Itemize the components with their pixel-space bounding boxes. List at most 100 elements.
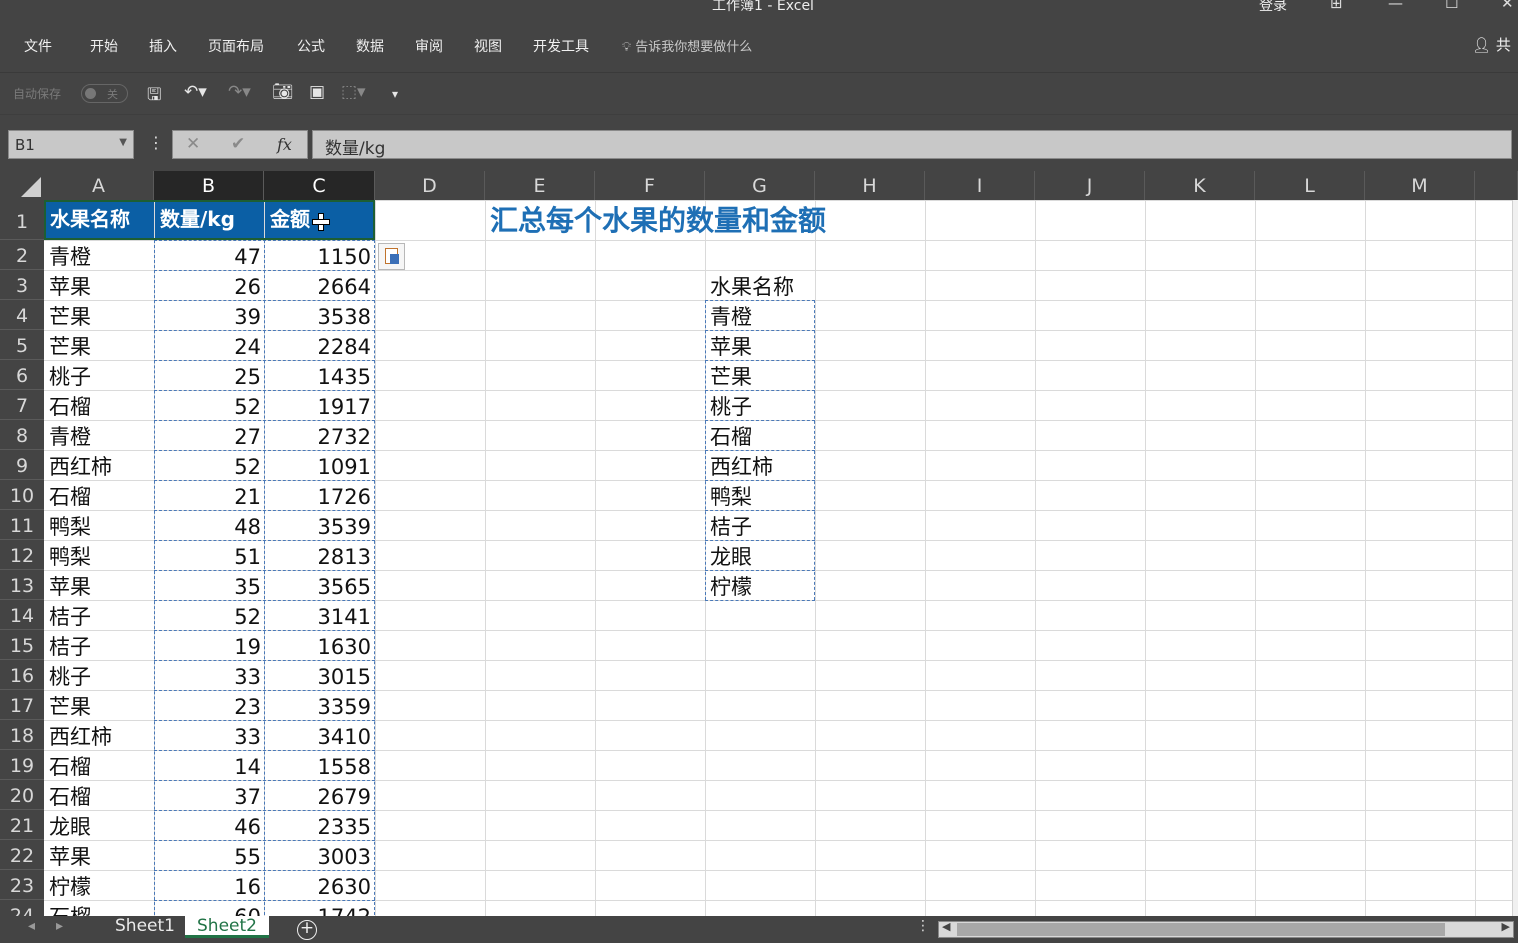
scroll-right-icon[interactable]: ▶ (1502, 920, 1510, 933)
amount-cell[interactable]: 2679 (264, 780, 374, 810)
form-icon[interactable]: ▣ (309, 82, 325, 102)
split-handle-icon[interactable]: ⋮ (916, 918, 930, 934)
amount-cell[interactable]: 3359 (264, 690, 374, 720)
row-header[interactable]: 22 (0, 840, 44, 870)
row-header[interactable]: 10 (0, 480, 44, 510)
row-header[interactable]: 19 (0, 750, 44, 780)
quantity-cell[interactable]: 25 (154, 360, 264, 390)
tab-formulas[interactable]: 公式 (297, 36, 325, 56)
share-button[interactable]: 👤︎ 共 (1472, 34, 1511, 55)
add-sheet-icon[interactable]: + (297, 920, 317, 940)
row-header[interactable]: 17 (0, 690, 44, 720)
fruit-name-cell[interactable]: 桔子 (44, 630, 154, 660)
quantity-cell[interactable]: 33 (154, 720, 264, 750)
fruit-name-cell[interactable]: 龙眼 (44, 810, 154, 840)
column-header-k[interactable]: K (1145, 171, 1255, 200)
amount-cell[interactable]: 3410 (264, 720, 374, 750)
select-all-button[interactable] (0, 171, 44, 200)
unique-fruit-cell[interactable]: 苹果 (705, 330, 815, 360)
fruit-name-cell[interactable]: 鸭梨 (44, 540, 154, 570)
quantity-cell[interactable]: 16 (154, 870, 264, 900)
select-objects-icon[interactable]: ⬚▾ (341, 82, 366, 102)
amount-cell[interactable]: 2335 (264, 810, 374, 840)
fruit-name-cell[interactable]: 石榴 (44, 480, 154, 510)
amount-cell[interactable]: 1630 (264, 630, 374, 660)
unique-fruit-cell[interactable]: 鸭梨 (705, 480, 815, 510)
row-header[interactable]: 6 (0, 360, 44, 390)
amount-cell[interactable]: 2284 (264, 330, 374, 360)
row-header[interactable]: 4 (0, 300, 44, 330)
fruit-name-cell[interactable]: 石榴 (44, 900, 154, 916)
unique-fruit-cell[interactable]: 龙眼 (705, 540, 815, 570)
sheet-tab-sheet1[interactable]: Sheet1 (103, 916, 187, 938)
row-header[interactable]: 21 (0, 810, 44, 840)
quantity-cell[interactable]: 24 (154, 330, 264, 360)
quantity-cell[interactable]: 47 (154, 240, 264, 270)
row-header[interactable]: 3 (0, 270, 44, 300)
tab-developer[interactable]: 开发工具 (533, 36, 589, 56)
confirm-icon[interactable]: ✔ (231, 134, 245, 154)
tab-view[interactable]: 视图 (474, 36, 502, 56)
sheet-tab-sheet2[interactable]: Sheet2 (185, 916, 269, 938)
row-header[interactable]: 20 (0, 780, 44, 810)
amount-cell[interactable]: 1150 (264, 240, 374, 270)
insert-function-icon[interactable]: fx (277, 135, 292, 154)
column-header-l[interactable]: L (1255, 171, 1365, 200)
fruit-name-cell[interactable]: 柠檬 (44, 870, 154, 900)
column-header-f[interactable]: F (595, 171, 705, 200)
more-options-icon[interactable]: ⋮ (148, 133, 164, 152)
fruit-name-cell[interactable]: 桔子 (44, 600, 154, 630)
customize-qat-icon[interactable]: ▾ (392, 87, 398, 101)
quantity-cell[interactable]: 52 (154, 390, 264, 420)
tab-home[interactable]: 开始 (90, 36, 118, 56)
quantity-cell[interactable]: 27 (154, 420, 264, 450)
worksheet-grid[interactable]: A B C D E F G H I J K L M 1 2 3 4 5 6 7 8 9 10 11 1… (0, 171, 1518, 916)
fruit-name-cell[interactable]: 石榴 (44, 750, 154, 780)
vertical-scrollbar[interactable] (1512, 200, 1518, 916)
row-header[interactable]: 23 (0, 870, 44, 900)
fruit-name-cell[interactable]: 青橙 (44, 420, 154, 450)
fruit-name-cell[interactable]: 石榴 (44, 780, 154, 810)
quantity-cell[interactable]: 51 (154, 540, 264, 570)
row-header[interactable]: 11 (0, 510, 44, 540)
quantity-cell[interactable]: 39 (154, 300, 264, 330)
maximize-button[interactable]: ☐ (1445, 0, 1458, 12)
row-header[interactable]: 1 (0, 200, 44, 240)
amount-cell[interactable]: 2813 (264, 540, 374, 570)
quantity-cell[interactable]: 52 (154, 600, 264, 630)
save-icon[interactable]: 🖫︎ (147, 82, 161, 111)
horizontal-scrollbar[interactable]: ◀ ▶ (938, 920, 1514, 938)
quantity-cell[interactable]: 14 (154, 750, 264, 780)
fruit-name-cell[interactable]: 芒果 (44, 300, 154, 330)
fruit-name-cell[interactable]: 桃子 (44, 660, 154, 690)
quantity-cell[interactable]: 52 (154, 450, 264, 480)
formula-input[interactable]: 数量/kg (312, 130, 1512, 159)
unique-fruit-cell[interactable]: 桔子 (705, 510, 815, 540)
quantity-cell[interactable]: 23 (154, 690, 264, 720)
quantity-cell[interactable]: 26 (154, 270, 264, 300)
column-header-b[interactable]: B (154, 171, 264, 200)
column-header-m[interactable]: M (1365, 171, 1475, 200)
amount-cell[interactable]: 3539 (264, 510, 374, 540)
amount-cell[interactable]: 1742 (264, 900, 374, 916)
column-header-i[interactable]: I (925, 171, 1035, 200)
next-sheet-icon[interactable]: ▸ (56, 918, 63, 934)
unique-fruit-cell[interactable]: 桃子 (705, 390, 815, 420)
camera-icon[interactable]: 📷︎ (272, 82, 294, 102)
column-header-g[interactable]: G (705, 171, 815, 200)
amount-cell[interactable]: 1726 (264, 480, 374, 510)
row-header[interactable]: 14 (0, 600, 44, 630)
scroll-thumb[interactable] (957, 923, 1445, 936)
fruit-name-cell[interactable]: 苹果 (44, 840, 154, 870)
amount-cell[interactable]: 2664 (264, 270, 374, 300)
amount-cell[interactable]: 3003 (264, 840, 374, 870)
amount-cell[interactable]: 2630 (264, 870, 374, 900)
row-header[interactable]: 2 (0, 240, 44, 270)
amount-cell[interactable]: 3565 (264, 570, 374, 600)
tab-page-layout[interactable]: 页面布局 (208, 36, 264, 56)
fruit-name-cell[interactable]: 西红柿 (44, 450, 154, 480)
close-button[interactable]: ✕ (1501, 0, 1514, 12)
amount-cell[interactable]: 3538 (264, 300, 374, 330)
minimize-button[interactable]: — (1388, 0, 1403, 12)
row-header[interactable]: 15 (0, 630, 44, 660)
